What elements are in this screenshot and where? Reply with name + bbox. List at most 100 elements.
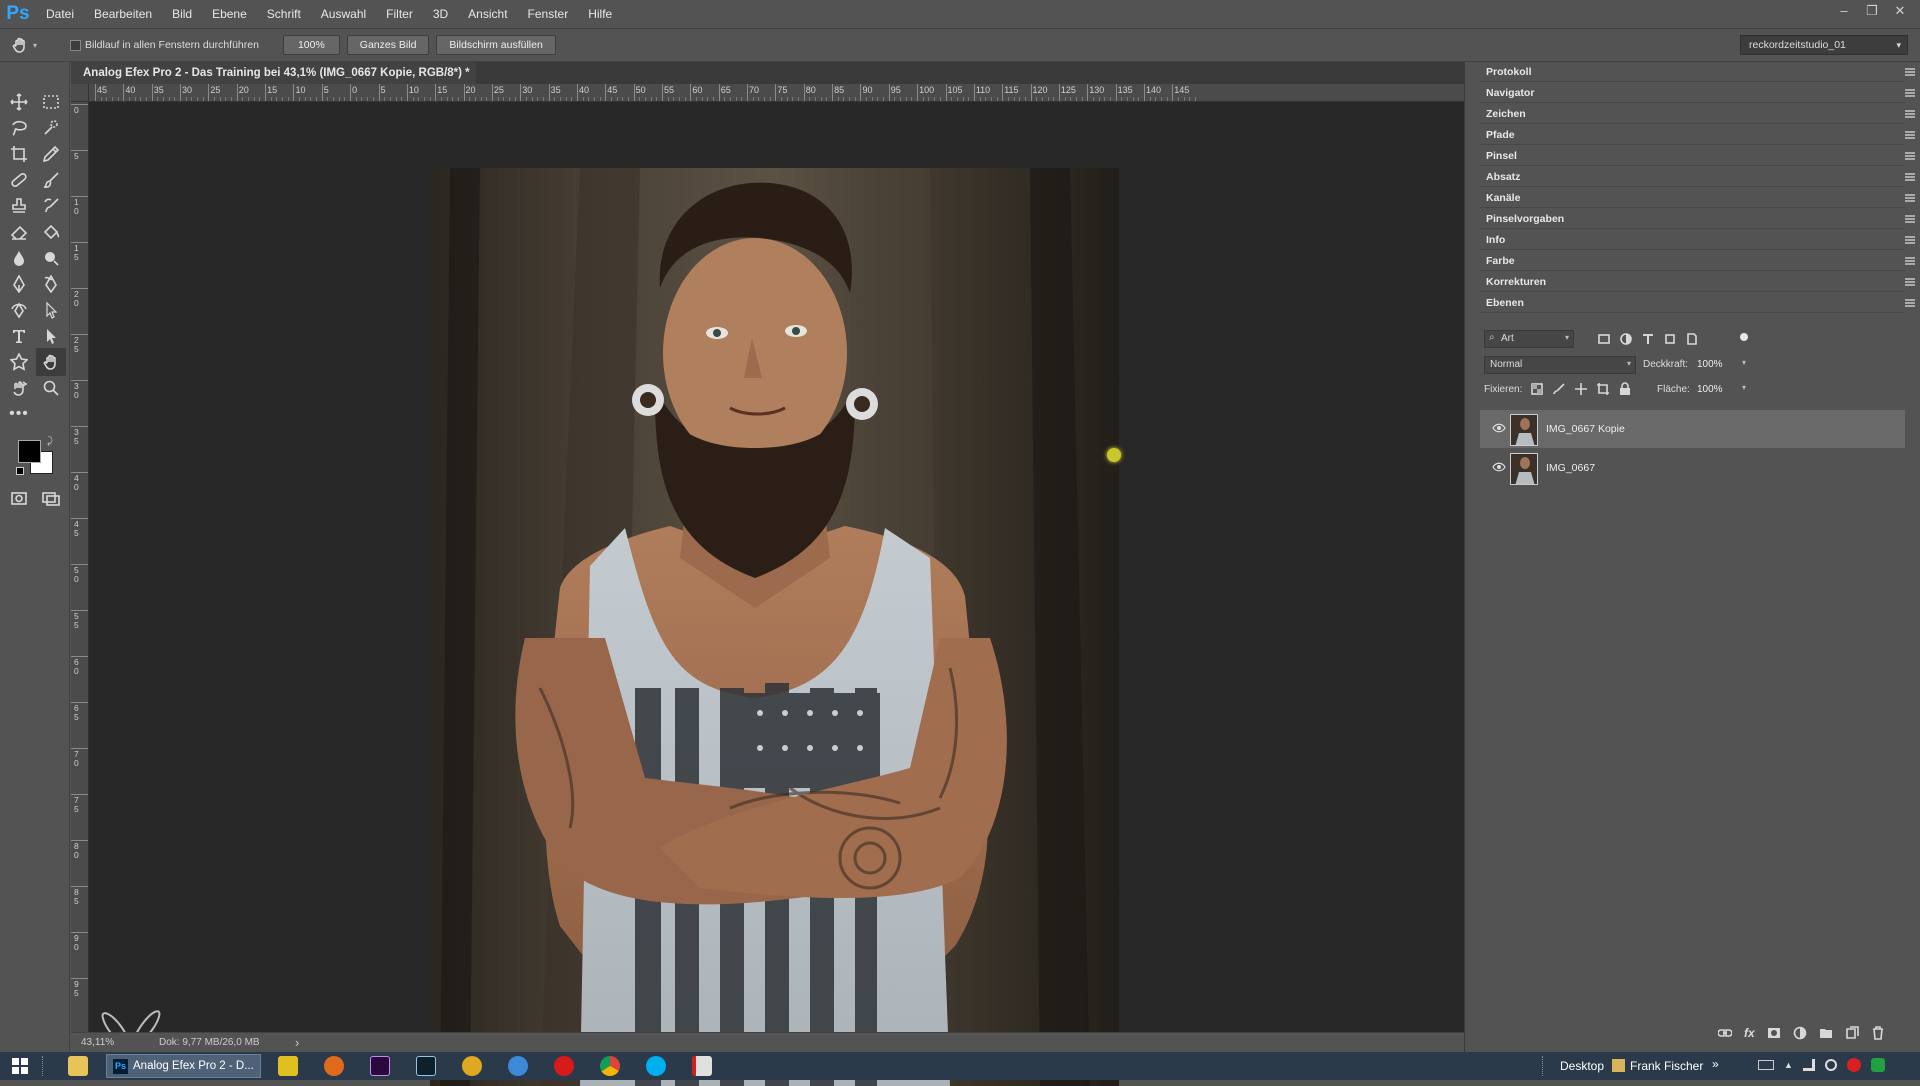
- canvas[interactable]: [89, 102, 1464, 1086]
- panel-menu-icon[interactable]: [1905, 215, 1915, 223]
- direct-selection-tool[interactable]: [38, 324, 64, 348]
- menu-ebene[interactable]: Ebene: [202, 0, 257, 28]
- security-icon[interactable]: [1846, 1058, 1861, 1072]
- panel-farbe[interactable]: Farbe: [1480, 251, 1915, 271]
- zoom-100-button[interactable]: 100%: [282, 35, 340, 55]
- menu-datei[interactable]: Datei: [36, 0, 84, 28]
- app-blue-icon[interactable]: [508, 1056, 528, 1076]
- tray-expand-icon[interactable]: ▲: [1784, 1060, 1793, 1070]
- status-menu-arrow[interactable]: ›: [295, 1033, 299, 1053]
- lock-position-icon[interactable]: [1574, 382, 1588, 396]
- filter-toggle-icon[interactable]: [1740, 333, 1748, 341]
- taskbar-photoshop-button[interactable]: Ps Analog Efex Pro 2 - D...: [106, 1054, 261, 1078]
- close-button[interactable]: ✕: [1886, 0, 1914, 22]
- file-explorer-icon[interactable]: [68, 1056, 88, 1076]
- panel-kanäle[interactable]: Kanäle: [1480, 188, 1915, 208]
- layer-name[interactable]: IMG_0667 Kopie: [1546, 410, 1625, 448]
- horizontal-ruler[interactable]: 45 40 35 30 25 20 15 10 5 0 5 10 15 20 25 30 35 40 45 50 55 6…: [89, 84, 1464, 102]
- menu-bild[interactable]: Bild: [162, 0, 202, 28]
- menu-hilfe[interactable]: Hilfe: [578, 0, 622, 28]
- panel-title[interactable]: Ebenen: [1484, 293, 1526, 313]
- menu-schrift[interactable]: Schrift: [257, 0, 311, 28]
- freeform-pen-tool[interactable]: [38, 272, 64, 296]
- volume-icon[interactable]: [1824, 1059, 1837, 1071]
- skype-icon[interactable]: [646, 1056, 666, 1076]
- app-red-icon[interactable]: [554, 1056, 574, 1076]
- lock-pixels-icon[interactable]: [1552, 382, 1566, 396]
- panel-title[interactable]: Zeichen: [1484, 104, 1528, 124]
- lock-artboard-icon[interactable]: [1596, 382, 1610, 396]
- eraser-tool[interactable]: [6, 220, 32, 244]
- panel-title[interactable]: Kanäle: [1484, 188, 1522, 208]
- hand-tool[interactable]: [36, 348, 66, 376]
- trash-icon[interactable]: [1871, 1026, 1885, 1040]
- screen-mode-button[interactable]: [38, 486, 64, 510]
- layer-row-img-0667[interactable]: IMG_0667: [1480, 449, 1905, 487]
- menu-3d[interactable]: 3D: [423, 0, 458, 28]
- panel-pfade[interactable]: Pfade: [1480, 125, 1915, 145]
- pdf-app-icon[interactable]: [692, 1056, 712, 1076]
- desktop-toolbar-label[interactable]: Desktop: [1560, 1052, 1604, 1080]
- app-sun-icon[interactable]: [278, 1056, 298, 1076]
- foreground-color-swatch[interactable]: [18, 440, 41, 463]
- document-tab[interactable]: Analog Efex Pro 2 - Das Training bei 43,…: [71, 62, 476, 84]
- rotate-view-tool[interactable]: [6, 376, 32, 400]
- app-yellow-icon[interactable]: [462, 1056, 482, 1076]
- mask-icon[interactable]: [1767, 1027, 1781, 1039]
- fx-icon[interactable]: fx: [1744, 1026, 1755, 1040]
- lock-all-icon[interactable]: [1618, 382, 1632, 396]
- panel-info[interactable]: Info: [1480, 230, 1915, 250]
- panel-title[interactable]: Pinselvorgaben: [1484, 209, 1566, 229]
- shape-filter-icon[interactable]: [1664, 333, 1676, 345]
- quick-selection-tool[interactable]: [38, 116, 64, 140]
- panel-menu-icon[interactable]: [1905, 131, 1915, 139]
- minimize-button[interactable]: –: [1830, 0, 1858, 22]
- adjustment-filter-icon[interactable]: [1620, 333, 1632, 345]
- panel-menu-icon[interactable]: [1905, 278, 1915, 286]
- type-tool[interactable]: [6, 324, 32, 348]
- panel-menu-icon[interactable]: [1905, 110, 1915, 118]
- menu-fenster[interactable]: Fenster: [518, 0, 579, 28]
- opacity-field[interactable]: 100% ▾: [1694, 356, 1748, 374]
- more-tools-button[interactable]: •••: [6, 402, 32, 426]
- panel-menu-icon[interactable]: [1905, 299, 1915, 307]
- panel-title[interactable]: Pinsel: [1484, 146, 1519, 166]
- toolbar-overflow-chevron[interactable]: »: [1712, 1052, 1719, 1076]
- pen-tool[interactable]: [6, 272, 32, 296]
- move-tool[interactable]: [6, 90, 32, 114]
- eye-icon[interactable]: [1492, 462, 1506, 472]
- scroll-all-checkbox[interactable]: Bildlauf in allen Fenstern durchführen: [70, 39, 259, 51]
- panel-pinsel[interactable]: Pinsel: [1480, 146, 1915, 166]
- panel-title[interactable]: Korrekturen: [1484, 272, 1548, 292]
- panel-title[interactable]: Info: [1484, 230, 1507, 250]
- panel-title[interactable]: Navigator: [1484, 83, 1536, 103]
- panel-protokoll[interactable]: Protokoll: [1480, 62, 1915, 82]
- marquee-tool[interactable]: [38, 90, 64, 114]
- premiere-icon[interactable]: [370, 1056, 390, 1076]
- link-icon[interactable]: [1718, 1027, 1732, 1039]
- adjustment-icon[interactable]: [1793, 1026, 1807, 1040]
- eyedropper-tool[interactable]: [38, 142, 64, 166]
- panel-ebenen[interactable]: Ebenen: [1480, 293, 1915, 313]
- ruler-origin[interactable]: [71, 84, 89, 102]
- panel-menu-icon[interactable]: [1905, 68, 1915, 76]
- lock-transparency-icon[interactable]: [1530, 382, 1544, 396]
- paint-bucket-tool[interactable]: [38, 220, 64, 244]
- default-colors-icon[interactable]: [16, 467, 24, 475]
- panel-title[interactable]: Absatz: [1484, 167, 1522, 187]
- panel-menu-icon[interactable]: [1905, 152, 1915, 160]
- fill-field[interactable]: 100% ▾: [1694, 381, 1748, 399]
- shape-tool[interactable]: [6, 350, 32, 374]
- new-layer-icon[interactable]: [1845, 1026, 1859, 1040]
- blur-tool[interactable]: [6, 246, 32, 270]
- panel-menu-icon[interactable]: [1905, 257, 1915, 265]
- panel-menu-icon[interactable]: [1905, 194, 1915, 202]
- quick-mask-button[interactable]: [6, 486, 32, 510]
- network-icon[interactable]: [1802, 1059, 1815, 1071]
- path-selection-tool[interactable]: [38, 298, 64, 322]
- zoom-level[interactable]: 43,11%: [81, 1033, 114, 1053]
- crop-tool[interactable]: [6, 142, 32, 166]
- app-tray-icon[interactable]: [1870, 1058, 1885, 1072]
- fit-screen-button[interactable]: Ganzes Bild: [346, 35, 430, 55]
- dodge-tool[interactable]: [38, 246, 64, 270]
